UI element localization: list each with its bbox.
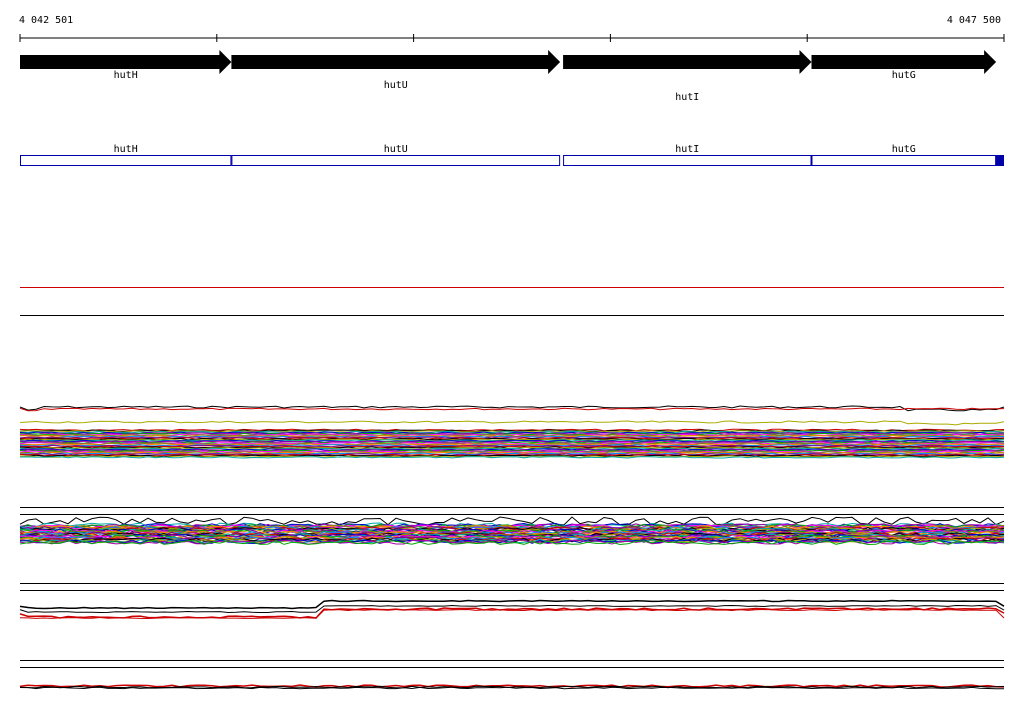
gene-box-label: hutG: [892, 144, 916, 155]
gene-box-hutG[interactable]: [811, 155, 997, 166]
gene-box-hutI[interactable]: [563, 155, 812, 166]
gene-arrow-label: hutI: [675, 92, 699, 103]
expression-line: [19, 599, 1005, 610]
expression-line: [19, 686, 1004, 690]
expression-line: [19, 456, 1005, 459]
genome-browser-canvas: 4 042 501 4 047 500 hutH hutU hutI hutG hut…: [19, 15, 1005, 690]
gene-box-end-marker: [996, 155, 1004, 166]
gene-arrow-label: hutH: [114, 70, 138, 81]
coordinate-ruler: 4 042 501 4 047 500: [19, 15, 1005, 42]
gene-arrow-hutU[interactable]: [231, 50, 561, 74]
expression-track-3: [19, 599, 1005, 620]
gene-box-label: hutI: [675, 144, 699, 155]
gene-arrow-label: hutG: [892, 70, 916, 81]
gene-arrow-hutI[interactable]: [563, 50, 812, 74]
expression-track-1: [19, 405, 1005, 459]
gene-box-track: hutH hutU hutI hutG: [20, 144, 1004, 166]
gene-box-label: hutH: [114, 144, 138, 155]
expression-track-2: [19, 516, 1005, 546]
gene-box-hutH[interactable]: [20, 155, 232, 166]
end-coordinate-label: 4 047 500: [947, 15, 1001, 26]
start-coordinate-label: 4 042 501: [19, 15, 73, 26]
expression-line: [19, 420, 1005, 426]
expression-tracks: [19, 405, 1005, 690]
gene-box-label: hutU: [384, 144, 408, 155]
gene-arrow-label: hutU: [384, 80, 408, 91]
expression-line: [19, 407, 1005, 412]
gene-arrow-track: hutH hutU hutI hutG: [20, 50, 997, 103]
gene-box-hutU[interactable]: [231, 155, 561, 166]
expression-track-4: [19, 684, 1005, 690]
